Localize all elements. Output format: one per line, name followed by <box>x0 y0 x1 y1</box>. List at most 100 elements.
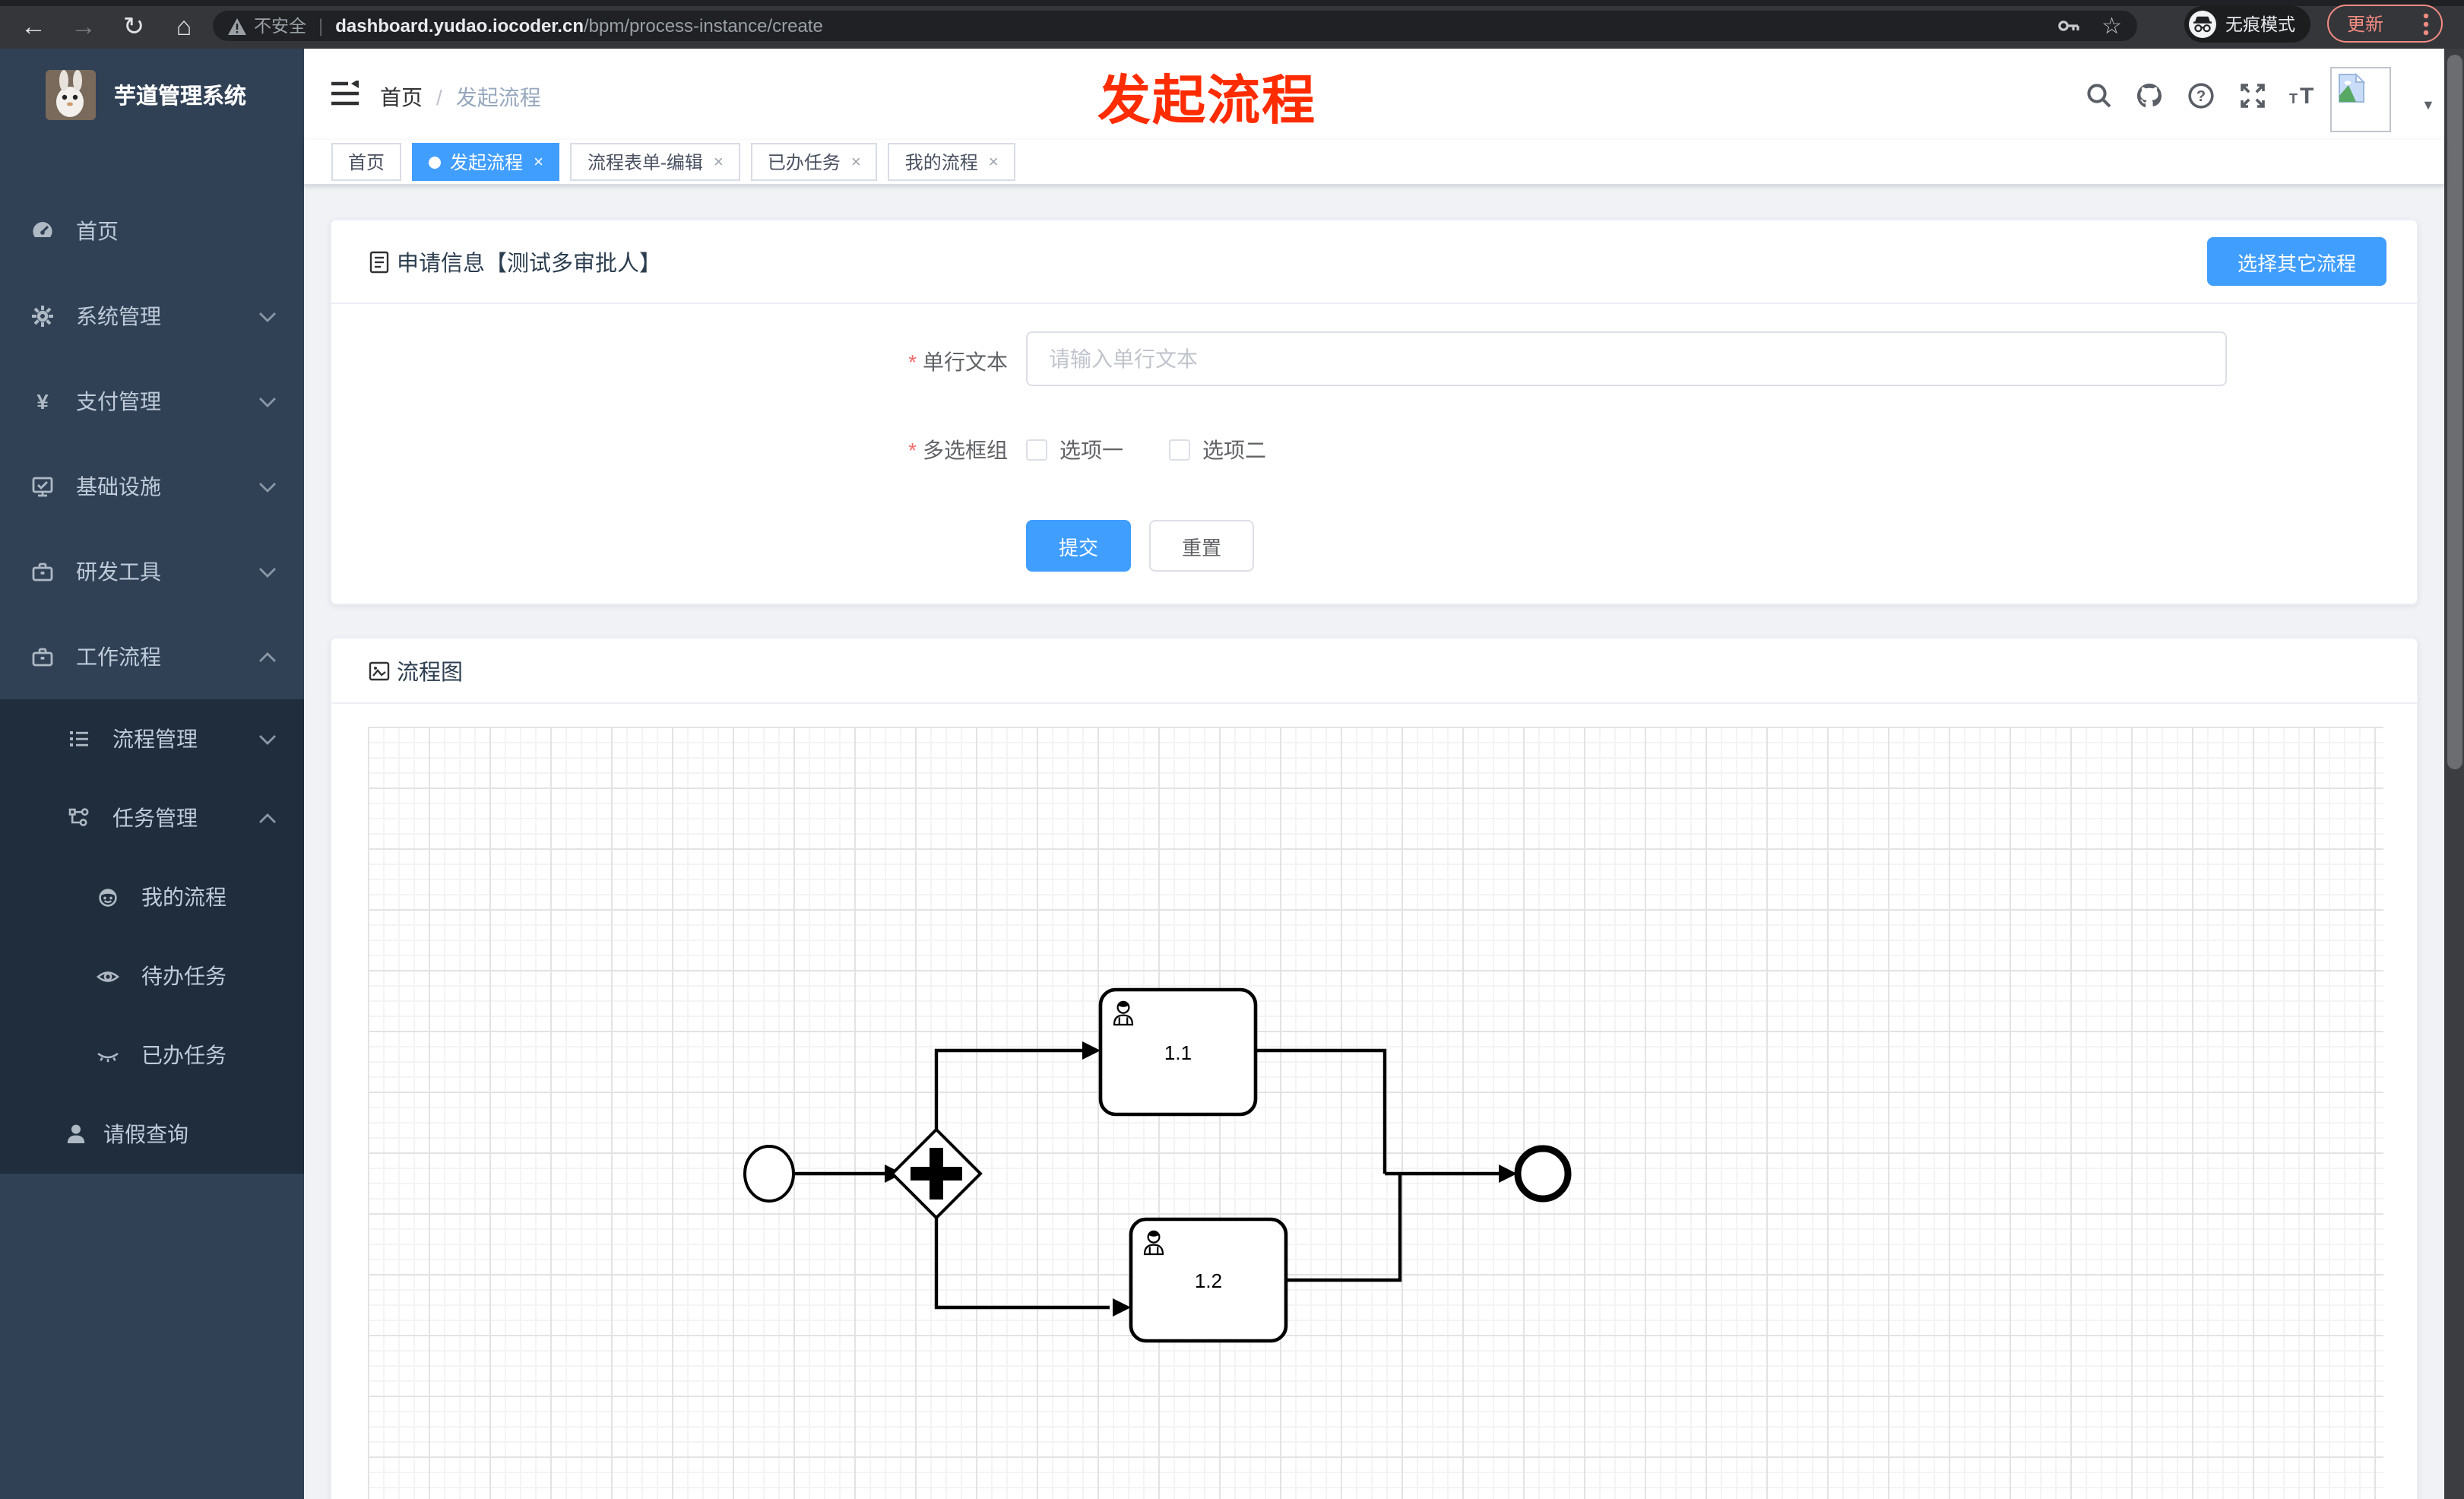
tab-start-process[interactable]: 发起流程 × <box>412 143 560 181</box>
broken-image-icon <box>2339 72 2366 103</box>
bpmn-end-event[interactable] <box>1514 1145 1572 1203</box>
bpmn-diagram: 1.1 1.2 <box>743 987 1572 1343</box>
tab-my-process[interactable]: 我的流程 × <box>888 143 1015 181</box>
bpmn-parallel-gateway[interactable] <box>890 1127 983 1220</box>
breadcrumb-home[interactable]: 首页 <box>380 82 423 113</box>
sidebar-item-label: 流程管理 <box>112 727 198 751</box>
browser-reload-button[interactable]: ↻ <box>112 6 155 49</box>
logo-row[interactable]: 芋道管理系统 <box>0 49 304 135</box>
search-icon[interactable] <box>2086 82 2113 109</box>
bookmark-star-icon[interactable]: ☆ <box>2101 12 2122 40</box>
github-icon[interactable] <box>2136 82 2163 109</box>
select-other-process-button[interactable]: 选择其它流程 <box>2206 237 2386 286</box>
bpmn-user-task-1-1[interactable]: 1.1 <box>1098 987 1258 1117</box>
close-icon[interactable]: × <box>534 153 543 171</box>
checkbox-option-two-label[interactable]: 选项二 <box>1202 435 1266 465</box>
svg-text:1.1: 1.1 <box>1164 1041 1192 1064</box>
single-line-text-input[interactable] <box>1026 331 2227 386</box>
sidebar-item-infra[interactable]: 基础设施 <box>0 444 304 529</box>
sidebar-item-label: 我的流程 <box>141 885 226 909</box>
chevron-down-icon <box>259 734 276 744</box>
browser-forward-button[interactable]: → <box>62 6 105 49</box>
svg-text:1.2: 1.2 <box>1195 1269 1222 1292</box>
help-icon[interactable]: ? <box>2187 82 2215 109</box>
avatar[interactable] <box>2330 67 2391 132</box>
picture-icon <box>369 661 390 680</box>
sidebar-item-my-process[interactable]: 我的流程 <box>0 857 304 936</box>
gear-icon <box>32 306 53 327</box>
page-scrollbar-thumb[interactable] <box>2447 55 2462 769</box>
close-icon[interactable]: × <box>989 153 999 171</box>
url-path: /bpm/process-instance/create <box>584 15 823 36</box>
security-label: 不安全 <box>254 18 306 36</box>
sidebar-item-task-mgmt[interactable]: 任务管理 <box>0 778 304 857</box>
sidebar-item-todo-tasks[interactable]: 待办任务 <box>0 936 304 1016</box>
sidebar-item-label: 待办任务 <box>141 964 226 988</box>
required-asterisk: * <box>908 350 917 374</box>
annotation-title: 发起流程 <box>1097 71 1317 131</box>
apply-info-card: 申请信息【测试多审批人】 选择其它流程 *单行文本 *多选框组 选项一 选项二 … <box>330 219 2418 605</box>
submit-button[interactable]: 提交 <box>1026 520 1131 572</box>
toolbox-icon <box>32 563 53 582</box>
breadcrumb: 首页 / 发起流程 <box>380 82 541 113</box>
apply-info-title: 申请信息【测试多审批人】 <box>397 252 661 276</box>
sidebar-item-system[interactable]: 系统管理 <box>0 274 304 359</box>
sidebar-item-label: 请假查询 <box>103 1122 188 1146</box>
tab-done-tasks[interactable]: 已办任务 × <box>750 143 878 181</box>
flow-gateway-to-task2 <box>934 1216 1110 1310</box>
sidebar-item-done-tasks[interactable]: 已办任务 <box>0 1016 304 1095</box>
incognito-icon <box>2189 11 2216 38</box>
document-icon <box>369 250 389 273</box>
sidebar-item-label: 研发工具 <box>76 559 161 584</box>
bpmn-canvas[interactable]: 1.1 1.2 <box>368 727 2383 1499</box>
sidebar-item-payment[interactable]: ¥ 支付管理 <box>0 359 304 444</box>
url-divider: | <box>318 15 324 36</box>
sidebar-menu: 首页 系统管理 ¥ 支付管理 基础设施 研发工具 工作流程 流程管理 任务管理 … <box>0 189 304 1174</box>
sidebar-item-label: 已办任务 <box>141 1043 226 1067</box>
sidebar-item-leave-query[interactable]: 请假查询 <box>0 1095 304 1174</box>
yen-icon: ¥ <box>36 390 49 414</box>
browser-back-button[interactable]: ← <box>12 6 55 49</box>
tree-list-icon <box>70 731 88 746</box>
workflow-submenu: 流程管理 任务管理 我的流程 待办任务 已办任务 请假查询 <box>0 699 304 1174</box>
chevron-up-icon <box>259 651 276 661</box>
incognito-label: 无痕模式 <box>2225 17 2295 35</box>
checkbox-option-one-label[interactable]: 选项一 <box>1059 435 1123 465</box>
breadcrumb-current: 发起流程 <box>455 85 541 109</box>
close-icon[interactable]: × <box>851 153 861 171</box>
sidebar-item-workflow[interactable]: 工作流程 <box>0 614 304 699</box>
sidebar-item-devtools[interactable]: 研发工具 <box>0 529 304 614</box>
sidebar-item-label: 系统管理 <box>76 304 161 328</box>
process-diagram-card-header: 流程图 <box>331 639 2417 704</box>
flow-task2-out <box>1286 1175 1402 1282</box>
toolbox-icon <box>32 648 53 667</box>
checkbox-group: 选项一 选项二 <box>1026 435 1266 465</box>
sidebar-item-home[interactable]: 首页 <box>0 189 304 274</box>
close-icon[interactable]: × <box>714 153 724 171</box>
password-key-icon[interactable] <box>2056 14 2080 38</box>
browser-update-button[interactable]: 更新 <box>2327 5 2443 43</box>
browser-menu-dots-icon[interactable] <box>2423 11 2429 36</box>
flow-task1-out <box>1256 1048 1387 1174</box>
bpmn-start-event[interactable] <box>743 1145 795 1203</box>
bpmn-user-task-1-2[interactable]: 1.2 <box>1129 1217 1288 1343</box>
user-icon <box>67 1124 85 1143</box>
browser-home-button[interactable]: ⌂ <box>163 6 205 49</box>
incognito-badge: 无痕模式 <box>2184 6 2310 43</box>
checkbox-option-two[interactable] <box>1169 439 1190 461</box>
tab-home[interactable]: 首页 <box>331 143 402 181</box>
font-size-icon[interactable]: TT <box>2288 82 2321 109</box>
sidebar-item-process-mgmt[interactable]: 流程管理 <box>0 699 304 778</box>
process-diagram-card: 流程图 1.1 1.2 <box>330 637 2418 1499</box>
page-scrollbar[interactable] <box>2444 49 2464 1499</box>
eye-icon <box>96 971 120 982</box>
sidebar-collapse-icon[interactable] <box>330 81 360 106</box>
reset-button[interactable]: 重置 <box>1149 520 1254 572</box>
fullscreen-icon[interactable] <box>2239 82 2266 109</box>
address-bar[interactable]: 不安全 | dashboard.yudao.iocoder.cn/bpm/pro… <box>213 11 2137 41</box>
tab-form-edit[interactable]: 流程表单-编辑 × <box>570 143 740 181</box>
sidebar-item-label: 基础设施 <box>76 474 161 499</box>
browser-tab-strip <box>0 0 2464 6</box>
avatar-caret-down-icon[interactable]: ▼ <box>2421 97 2435 113</box>
checkbox-option-one[interactable] <box>1026 439 1047 461</box>
